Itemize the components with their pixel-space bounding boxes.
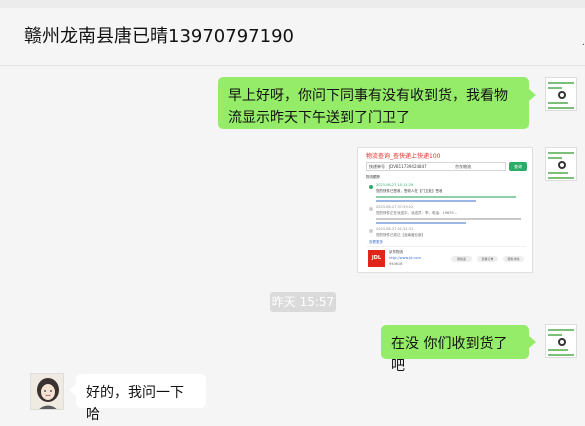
carrier-phone: 950616 <box>389 262 403 266</box>
message-image-logistics[interactable]: 物流查询_查快递上快递100 快递单号 JDVB11739424847 京东物流… <box>357 147 533 273</box>
avatar-pattern <box>548 172 568 174</box>
event-time: 2023-06-27 01:31:31 <box>376 227 414 231</box>
event-time: 2023-06-27 15:11:29 <box>376 183 414 187</box>
chat-header: 赣州龙南县唐已晴13970797190 · <box>0 8 585 66</box>
timeline-node <box>369 229 373 233</box>
tracking-section-label: 物流跟踪 <box>366 175 380 179</box>
avatar-me[interactable] <box>545 147 577 181</box>
avatar-pattern <box>548 177 574 179</box>
avatar-pattern <box>558 338 566 346</box>
avatar-contact[interactable] <box>30 373 64 410</box>
carrier-action-button: 查看订单 <box>477 256 498 262</box>
event-detail-line <box>376 200 476 202</box>
timeline-node-current <box>369 185 373 189</box>
more-events-link: 查看更多 <box>369 240 383 244</box>
bubble-tail <box>529 89 536 101</box>
event-detail-line <box>376 222 466 224</box>
event-detail-line <box>376 218 521 220</box>
bubble-tail <box>529 336 536 348</box>
message-bubble-outgoing[interactable]: 在没 你们收到货了吧 <box>381 325 529 374</box>
event-time: 2023-06-27 07:29:22 <box>376 205 414 209</box>
event-text: 您的快件已到达【龙南营业部】 <box>376 233 425 237</box>
event-text: 您的快件正在派送中，派送员：李，电话：19879... <box>376 211 457 215</box>
carrier-logo: JDL <box>368 250 385 267</box>
logistics-page-title: 物流查询_查快递上快递100 <box>366 153 441 160</box>
query-button: 查询 <box>509 162 527 171</box>
avatar-pattern <box>548 349 568 351</box>
carrier-name: 京东物流 <box>389 250 403 254</box>
chat-title: 赣州龙南县唐已晴13970797190 <box>24 26 294 47</box>
avatar-pattern <box>558 161 566 169</box>
tracking-number: JDVB11739424847 <box>389 164 427 169</box>
avatar-me[interactable] <box>545 77 577 111</box>
avatar-pattern <box>548 87 562 89</box>
tracking-search-bar: 快递单号 JDVB11739424847 京东物流 <box>366 162 506 171</box>
avatar-illustration <box>31 374 63 409</box>
avatar-pattern <box>548 354 574 356</box>
avatar-pattern <box>548 152 574 154</box>
carrier-website: http://www.jd.com <box>389 256 421 260</box>
avatar-me[interactable] <box>545 324 577 358</box>
timeline-node <box>369 207 373 211</box>
avatar-pattern <box>548 107 574 109</box>
event-text: 您的快件已签收，签收人在【门卫处】签收 <box>376 189 443 193</box>
event-detail-line <box>376 196 516 198</box>
avatar-pattern <box>548 157 562 159</box>
carrier-action-button: 服务详情 <box>503 256 524 262</box>
message-bubble-outgoing[interactable]: 早上好呀，你问下同事有没有收到货，我看物流显示昨天下午送到了门卫了 <box>218 77 529 129</box>
carrier-select: 京东物流 <box>455 164 471 169</box>
bubble-tail <box>69 384 76 396</box>
avatar-pattern <box>548 334 562 336</box>
avatar-pattern <box>548 82 574 84</box>
avatar-pattern <box>548 329 574 331</box>
divider <box>366 246 526 247</box>
avatar-pattern <box>558 91 566 99</box>
avatar-pattern <box>548 102 568 104</box>
carrier-action-button: 寄快递 <box>451 256 472 262</box>
message-timestamp: 昨天 15:57 <box>270 292 336 312</box>
message-bubble-incoming[interactable]: 好的，我问一下哈 <box>76 374 206 423</box>
tracking-search-label: 快递单号 <box>369 164 385 169</box>
